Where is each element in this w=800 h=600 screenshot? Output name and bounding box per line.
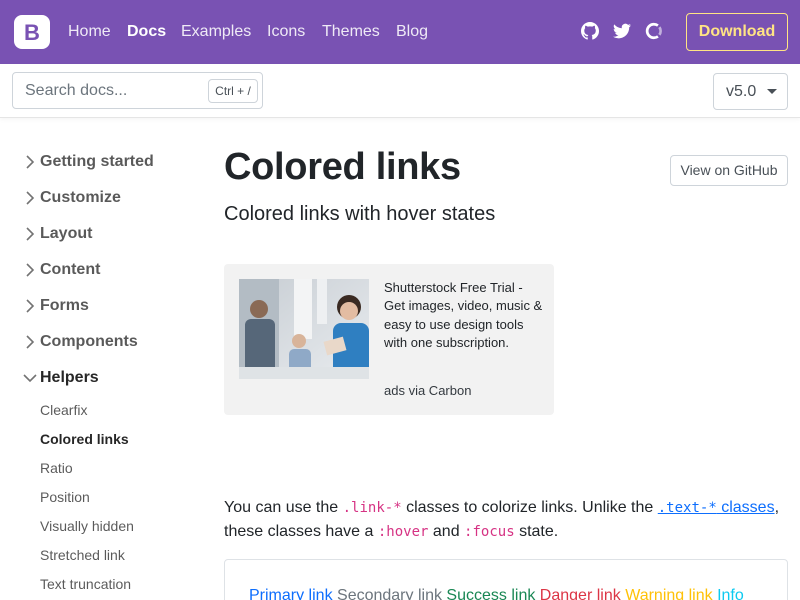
sidebar-item-ratio[interactable]: Ratio — [40, 460, 73, 476]
sidebar-section-label: Content — [40, 261, 101, 278]
chevron-down-icon — [23, 374, 37, 383]
example-preview: Primary link Secondary link Success link… — [224, 559, 788, 600]
link-warning[interactable]: Warning link — [625, 587, 712, 600]
view-on-github-button[interactable]: View on GitHub — [670, 155, 788, 186]
chevron-right-icon — [26, 227, 35, 241]
download-button[interactable]: Download — [686, 13, 788, 51]
text-classes-link[interactable]: .text-* classes — [658, 499, 775, 516]
page-lead: Colored links with hover states — [224, 203, 496, 225]
inline-code: .link-* — [342, 500, 402, 516]
search-shortcut-hint: Ctrl + / — [208, 79, 258, 103]
text: , — [774, 499, 780, 516]
nav-icons[interactable]: Icons — [267, 22, 305, 42]
text: state. — [514, 523, 559, 540]
sidebar-item-stretched-link[interactable]: Stretched link — [40, 547, 125, 563]
twitter-icon[interactable] — [613, 22, 631, 40]
link-text: classes — [716, 499, 775, 516]
link-primary[interactable]: Primary link — [249, 587, 333, 600]
text: classes to colorize links. Unlike the — [401, 499, 658, 516]
intro-paragraph-line-2: these classes have a :hover and :focus s… — [224, 520, 794, 544]
inline-code: :hover — [377, 524, 429, 540]
chevron-right-icon — [26, 299, 35, 313]
ad-image[interactable] — [239, 279, 369, 379]
text: these classes have a — [224, 523, 378, 540]
chevron-right-icon — [26, 335, 35, 349]
link-info[interactable]: Info — [717, 587, 744, 600]
sidebar-item-colored-links[interactable]: Colored links — [40, 431, 129, 447]
ad-photo-icon — [239, 279, 369, 379]
search-placeholder: Search docs... — [25, 82, 128, 99]
sidebar-section-label: Helpers — [40, 369, 99, 386]
nav-docs[interactable]: Docs — [127, 22, 166, 42]
example-links: Primary link Secondary link Success link… — [249, 587, 744, 600]
sidebar-item-clearfix[interactable]: Clearfix — [40, 402, 87, 418]
link-danger[interactable]: Danger link — [540, 587, 621, 600]
sidebar-section-label: Components — [40, 333, 138, 350]
bootstrap-logo-icon[interactable]: B — [12, 14, 52, 50]
search-input[interactable]: Search docs... Ctrl + / — [12, 72, 263, 109]
inline-code: :focus — [464, 524, 515, 540]
inline-code: .text-* — [657, 500, 717, 516]
sidebar-section-label: Customize — [40, 189, 121, 206]
nav-blog[interactable]: Blog — [396, 22, 428, 42]
sidebar-item-position[interactable]: Position — [40, 489, 90, 505]
brand-letter: B — [24, 20, 40, 45]
sidebar-section-label: Layout — [40, 225, 93, 242]
github-icon[interactable] — [581, 22, 599, 40]
chevron-right-icon — [26, 155, 35, 169]
intro-paragraph-line-1: You can use the .link-* classes to color… — [224, 496, 794, 520]
nav-themes[interactable]: Themes — [322, 22, 380, 42]
sidebar-section-label: Forms — [40, 297, 89, 314]
chevron-right-icon — [26, 263, 35, 277]
nav-examples[interactable]: Examples — [181, 22, 251, 42]
top-navbar: B Home Docs Examples Icons Themes Blog D… — [0, 0, 800, 64]
opencollective-icon[interactable] — [645, 22, 663, 40]
link-secondary[interactable]: Secondary link — [337, 587, 442, 600]
ad-attribution[interactable]: ads via Carbon — [384, 383, 471, 398]
text: and — [428, 523, 465, 540]
docs-subnav: Search docs... Ctrl + / v5.0 — [0, 64, 800, 118]
page-title: Colored links — [224, 146, 461, 188]
text: You can use the — [224, 499, 343, 516]
sidebar-item-visually-hidden[interactable]: Visually hidden — [40, 518, 134, 534]
sidebar-item-text-truncation[interactable]: Text truncation — [40, 576, 131, 592]
version-label: v5.0 — [726, 83, 757, 100]
ad-text[interactable]: Shutterstock Free Trial - Get images, vi… — [384, 279, 544, 353]
link-success[interactable]: Success link — [446, 587, 535, 600]
chevron-down-icon — [767, 89, 777, 94]
sidebar-section-label: Getting started — [40, 153, 154, 170]
nav-home[interactable]: Home — [68, 22, 111, 42]
version-dropdown[interactable]: v5.0 — [713, 73, 788, 110]
chevron-right-icon — [26, 191, 35, 205]
carbon-ad: Shutterstock Free Trial - Get images, vi… — [224, 264, 554, 415]
